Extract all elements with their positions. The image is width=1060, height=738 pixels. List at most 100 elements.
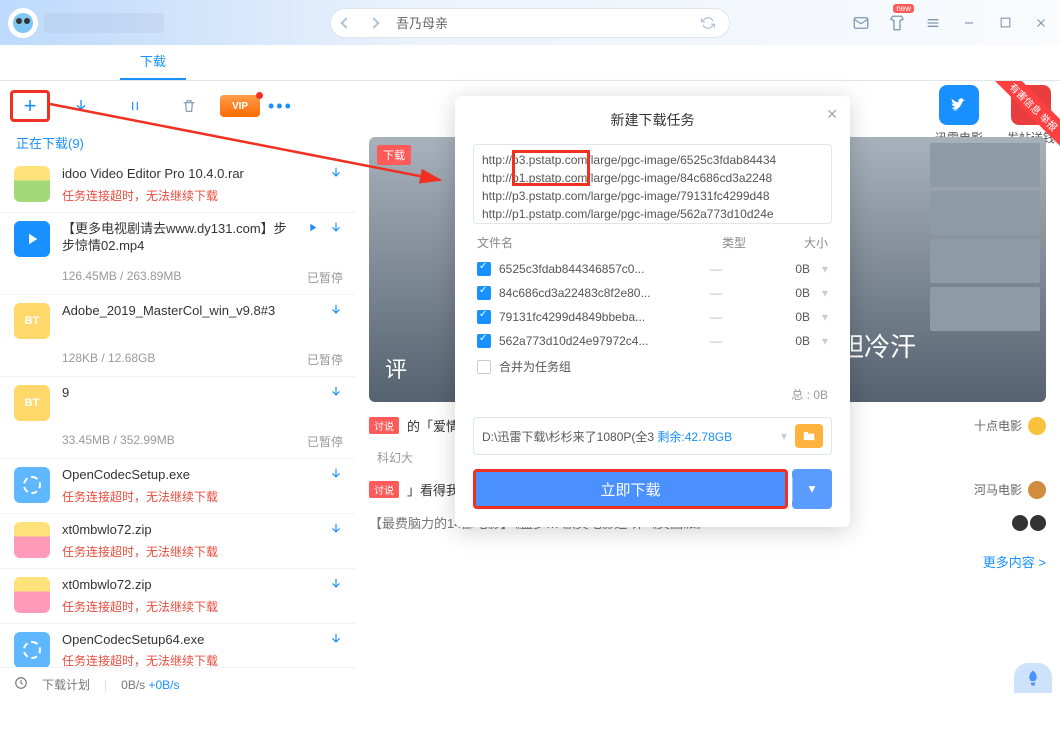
nav-back-icon[interactable] <box>332 10 360 36</box>
file-row[interactable]: 6525c3fdab844346857c0...—0B▾ <box>473 257 832 281</box>
bt-icon: BT <box>14 303 50 339</box>
tab-download[interactable]: 下载 <box>120 43 186 80</box>
download-action-icon[interactable] <box>329 632 343 649</box>
address-input[interactable] <box>388 15 694 30</box>
more-icon[interactable]: ••• <box>268 96 293 117</box>
zip-icon <box>14 522 50 558</box>
checkbox[interactable] <box>477 286 491 300</box>
error-text: 任务连接超时，无法继续下载 <box>62 187 317 204</box>
download-action-icon[interactable] <box>329 577 343 594</box>
file-name: OpenCodecSetup64.exe <box>62 632 317 649</box>
more-link[interactable]: 更多内容 > <box>369 552 1046 571</box>
trash-icon[interactable] <box>166 89 212 123</box>
refresh-icon[interactable] <box>694 10 722 36</box>
logo-icon <box>8 8 38 38</box>
mail-icon[interactable] <box>850 12 872 34</box>
new-task-dialog: ✕ 新建下载任务 http://p3.pstatp.com/large/pgc-… <box>455 96 850 527</box>
play-action-icon[interactable] <box>306 221 319 237</box>
thumbnail[interactable] <box>930 287 1040 331</box>
list-item[interactable]: idoo Video Editor Pro 10.4.0.rar 任务连接超时，… <box>0 158 355 212</box>
clock-icon <box>14 676 28 693</box>
skin-icon[interactable]: new <box>886 12 908 34</box>
checkbox[interactable] <box>477 360 491 374</box>
list-item[interactable]: OpenCodecSetup64.exe 任务连接超时，无法继续下载 <box>0 624 355 667</box>
chevron-down-icon[interactable]: ▾ <box>810 334 828 348</box>
dialog-close-icon[interactable]: ✕ <box>826 106 838 123</box>
chevron-down-icon[interactable]: ▾ <box>810 310 828 324</box>
dl-toolbar: + VIP ••• <box>0 81 355 131</box>
file-name: xt0mbwlo72.zip <box>62 522 317 539</box>
file-row[interactable]: 562a773d10d24e97972c4...—0B▾ <box>473 329 832 353</box>
list-item[interactable]: OpenCodecSetup.exe 任务连接超时，无法继续下载 <box>0 459 355 513</box>
logo-text <box>44 13 164 33</box>
bt-icon: BT <box>14 385 50 421</box>
footer-plan[interactable]: 下载计划 <box>42 676 90 693</box>
close-icon[interactable] <box>1030 12 1052 34</box>
list-item[interactable]: xt0mbwlo72.zip 任务连接超时，无法继续下载 <box>0 514 355 568</box>
address-bar <box>330 8 730 38</box>
file-name: 9 <box>62 385 317 402</box>
nav-forward-icon[interactable] <box>360 10 388 36</box>
list-item[interactable]: BT 9 <box>0 377 355 429</box>
download-list: idoo Video Editor Pro 10.4.0.rar 任务连接超时，… <box>0 158 355 667</box>
error-text: 任务连接超时，无法继续下载 <box>62 652 317 667</box>
minimize-icon[interactable] <box>958 12 980 34</box>
download-action-icon[interactable] <box>329 221 343 238</box>
file-meta: 126.45MB / 263.89MB已暂停 <box>0 265 355 295</box>
pause-icon[interactable] <box>112 89 158 123</box>
thumbnail[interactable] <box>930 191 1040 235</box>
folder-icon[interactable] <box>795 424 823 448</box>
hero-title: 评 <box>385 352 413 384</box>
footer-rate: 0B/s +0B/s <box>121 678 179 692</box>
section-downloading[interactable]: 正在下载(9) <box>0 131 355 158</box>
app-logo <box>8 8 164 38</box>
download-action-icon[interactable] <box>329 385 343 402</box>
file-name: xt0mbwlo72.zip <box>62 577 317 594</box>
feed-tag: 讨说 <box>369 417 399 434</box>
chevron-down-icon[interactable]: ▾ <box>810 262 828 276</box>
file-name: 【更多电视剧请去www.dy131.com】步步惊情02.mp4 <box>62 221 294 255</box>
download-arrow-icon[interactable] <box>58 89 104 123</box>
feed-tag: 讨说 <box>369 481 399 498</box>
new-badge: new <box>893 4 914 13</box>
list-item[interactable]: BT Adobe_2019_MasterCol_win_v9.8#3 <box>0 295 355 347</box>
download-action-icon[interactable] <box>329 522 343 539</box>
thumbnail[interactable] <box>930 239 1040 283</box>
file-name: idoo Video Editor Pro 10.4.0.rar <box>62 166 317 183</box>
feed-sub: 科幻大 <box>377 449 413 466</box>
download-action-icon[interactable] <box>329 303 343 320</box>
download-panel: + VIP ••• 正在下载(9) idoo Video Editor Pro … <box>0 81 355 701</box>
download-now-button[interactable]: 立即下载 <box>473 469 788 509</box>
feed-source: 河马电影 <box>974 481 1046 499</box>
exe-icon <box>14 632 50 667</box>
add-task-button[interactable]: + <box>10 90 50 122</box>
merge-row[interactable]: 合并为任务组 <box>473 353 832 380</box>
file-row[interactable]: 84c686cd3a22483c8f2e80...—0B▾ <box>473 281 832 305</box>
file-name: OpenCodecSetup.exe <box>62 467 317 484</box>
titlebar: new <box>0 0 1060 45</box>
hero-tag: 下载 <box>377 145 411 165</box>
report-ribbon[interactable]: 有害信息 举报 <box>990 81 1060 151</box>
file-meta: 128KB / 12.68GB已暂停 <box>0 347 355 377</box>
checkbox[interactable] <box>477 262 491 276</box>
path-selector[interactable]: D:\迅雷下载\杉杉来了1080P(全3 剩余:42.78GB ▾ <box>473 417 832 455</box>
fab-rocket-icon[interactable] <box>1014 663 1052 693</box>
menu-icon[interactable] <box>922 12 944 34</box>
error-text: 任务连接超时，无法继续下载 <box>62 598 317 615</box>
vip-button[interactable]: VIP <box>220 95 260 117</box>
download-action-icon[interactable] <box>329 166 343 183</box>
download-action-icon[interactable] <box>329 467 343 484</box>
list-item[interactable]: 【更多电视剧请去www.dy131.com】步步惊情02.mp4 <box>0 213 355 265</box>
list-item[interactable]: xt0mbwlo72.zip 任务连接超时，无法继续下载 <box>0 569 355 623</box>
checkbox[interactable] <box>477 310 491 324</box>
checkbox[interactable] <box>477 334 491 348</box>
chevron-down-icon[interactable]: ▾ <box>781 429 787 443</box>
maximize-icon[interactable] <box>994 12 1016 34</box>
error-text: 任务连接超时，无法继续下载 <box>62 543 317 560</box>
url-textarea[interactable]: http://p3.pstatp.com/large/pgc-image/652… <box>473 144 832 224</box>
file-row[interactable]: 79131fc4299d4849bbeba...—0B▾ <box>473 305 832 329</box>
total-size: 总 : 0B <box>473 380 832 403</box>
emoji-icons <box>1012 515 1046 531</box>
chevron-down-icon[interactable]: ▾ <box>810 286 828 300</box>
download-split-button[interactable]: ▾ <box>792 469 832 509</box>
